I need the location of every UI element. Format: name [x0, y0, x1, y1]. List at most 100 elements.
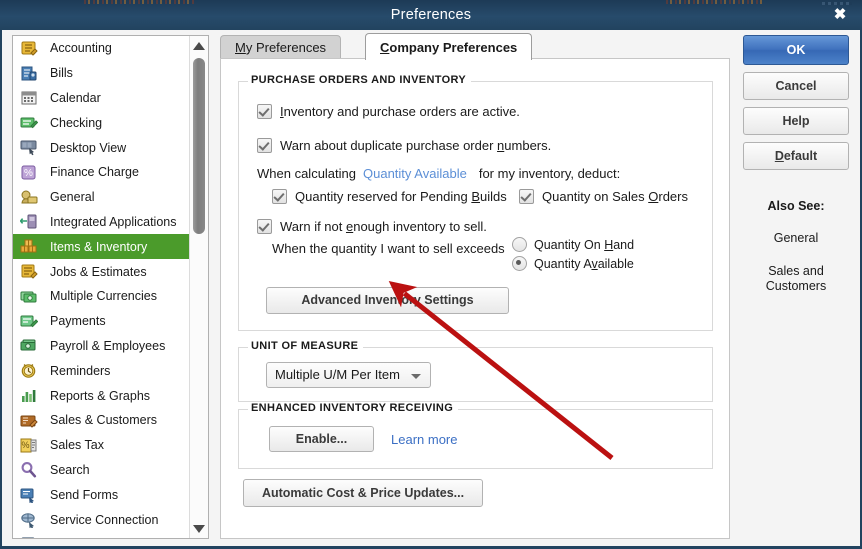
quantity-on-hand-radio[interactable] — [512, 237, 527, 252]
cancel-button[interactable]: Cancel — [743, 72, 849, 100]
sidebar-item-finance-charge[interactable]: % Finance Charge — [13, 160, 189, 185]
warn-duplicate-checkbox[interactable] — [257, 138, 272, 153]
currencies-icon — [20, 288, 38, 305]
bar-chart-icon — [20, 387, 38, 404]
tab-my-preferences[interactable]: My Preferences — [220, 35, 342, 59]
pending-builds-checkbox[interactable] — [272, 189, 287, 204]
advanced-inventory-settings-button[interactable]: Advanced Inventory Settings — [266, 287, 509, 314]
enhanced-inventory-receiving-group: ENHANCED INVENTORY RECEIVING Enable... L… — [238, 402, 713, 469]
warn-not-enough-checkbox[interactable] — [257, 219, 272, 234]
sidebar-item-label: Send Forms — [50, 487, 119, 502]
sidebar-item-send-forms[interactable]: Send Forms — [13, 482, 189, 507]
sidebar-item-search[interactable]: Search — [13, 458, 189, 483]
window-title: Preferences — [390, 7, 472, 23]
purchase-orders-group-title: PURCHASE ORDERS AND INVENTORY — [248, 74, 472, 86]
percent-icon: % — [20, 164, 38, 181]
sidebar-item-checking[interactable]: Checking — [13, 110, 189, 135]
sidebar-item-reports-graphs[interactable]: Reports & Graphs — [13, 383, 189, 408]
sidebar-item-label: General — [50, 190, 95, 205]
tab-my-preferences-label: y Preferences — [245, 40, 327, 55]
payroll-icon — [20, 337, 38, 354]
close-icon[interactable]: ✖ — [828, 4, 852, 26]
sales-orders-row[interactable]: Quantity on Sales Orders — [519, 189, 688, 204]
quantity-available-radio[interactable] — [512, 256, 527, 271]
quantity-available-row[interactable]: Quantity Available — [512, 256, 634, 271]
sidebar-item-desktop-view[interactable]: Desktop View — [13, 135, 189, 160]
default-button[interactable]: Default — [743, 142, 849, 170]
sidebar-item-label: Items & Inventory — [50, 239, 148, 254]
sidebar-item-general[interactable]: General — [13, 185, 189, 210]
preferences-dialog: Preferences ✖ Accounting Bills Calendar Che… — [0, 0, 862, 549]
purchase-orders-group: PURCHASE ORDERS AND INVENTORY Inventory … — [238, 74, 713, 331]
ok-button[interactable]: OK — [743, 35, 849, 65]
window-titlebar: Preferences ✖ — [0, 0, 862, 30]
pending-builds-label: Quantity reserved for Pending Builds — [295, 189, 507, 204]
sidebar-item-sales-customers[interactable]: Sales & Customers — [13, 408, 189, 433]
inventory-active-label: Inventory and purchase orders are active… — [280, 104, 520, 119]
sidebar-item-bills[interactable]: Bills — [13, 61, 189, 86]
integrated-apps-icon — [20, 213, 38, 230]
help-button[interactable]: Help — [743, 107, 849, 135]
tab-company-preferences[interactable]: Company Preferences — [365, 33, 533, 60]
boxes-icon — [20, 238, 38, 255]
sidebar-item-calendar[interactable]: Calendar — [13, 86, 189, 111]
unit-of-measure-group: UNIT OF MEASURE Multiple U/M Per Item — [238, 340, 713, 402]
magnifier-icon — [20, 461, 38, 478]
sidebar-item-service-connection[interactable]: Service Connection — [13, 507, 189, 532]
inventory-active-row[interactable]: Inventory and purchase orders are active… — [257, 104, 520, 119]
warn-not-enough-row[interactable]: Warn if not enough inventory to sell. — [257, 219, 487, 234]
sales-orders-checkbox[interactable] — [519, 189, 534, 204]
sidebar-item-label: Reminders — [50, 363, 111, 378]
sidebar-scrollbar[interactable] — [189, 36, 208, 538]
quantity-on-hand-row[interactable]: Quantity On Hand — [512, 237, 634, 252]
sidebar-item-payments[interactable]: Payments — [13, 309, 189, 334]
jobs-icon — [20, 263, 38, 280]
sidebar-item-label: Multiple Currencies — [50, 289, 157, 304]
warn-duplicate-row[interactable]: Warn about duplicate purchase order numb… — [257, 138, 551, 153]
clock-icon — [20, 362, 38, 379]
sidebar-item-multiple-currencies[interactable]: Multiple Currencies — [13, 284, 189, 309]
learn-more-link[interactable]: Learn more — [391, 432, 457, 447]
accounting-icon — [20, 40, 38, 57]
also-see-link-general[interactable]: General — [743, 231, 849, 246]
enable-button[interactable]: Enable... — [269, 426, 374, 452]
pending-builds-row[interactable]: Quantity reserved for Pending Builds — [272, 189, 507, 204]
sidebar-item-label: Finance Charge — [50, 165, 139, 180]
automatic-cost-price-updates-button[interactable]: Automatic Cost & Price Updates... — [243, 479, 483, 507]
sidebar-item-label: Spelling — [50, 537, 94, 538]
sidebar-item-integrated-applications[interactable]: Integrated Applications — [13, 210, 189, 235]
sidebar-item-payroll-employees[interactable]: Payroll & Employees — [13, 334, 189, 359]
unit-of-measure-select[interactable]: Multiple U/M Per Item — [266, 362, 431, 388]
also-see-header: Also See: — [767, 199, 825, 213]
sidebar-items-container: Accounting Bills Calendar Checking Desktop V… — [13, 36, 189, 538]
sidebar-item-items-inventory[interactable]: Items & Inventory — [13, 234, 189, 260]
also-see-link-sales-and-customers[interactable]: Sales and Customers — [743, 264, 849, 294]
calc-prefix-label: When calculating — [257, 166, 356, 181]
scroll-down-icon[interactable] — [190, 520, 208, 537]
sidebar-item-spelling[interactable]: Abc Spelling — [13, 532, 189, 538]
quantity-available-link[interactable]: Quantity Available — [363, 166, 467, 181]
sidebar-item-jobs-estimates[interactable]: Jobs & Estimates — [13, 259, 189, 284]
quantity-on-hand-label: Quantity On Hand — [534, 237, 635, 252]
sidebar-item-sales-tax[interactable]: % Sales Tax — [13, 433, 189, 458]
enhanced-inventory-group-title: ENHANCED INVENTORY RECEIVING — [248, 402, 459, 414]
unit-of-measure-group-title: UNIT OF MEASURE — [248, 340, 364, 352]
calendar-icon — [20, 89, 38, 106]
sidebar-item-label: Checking — [50, 115, 103, 130]
unit-of-measure-value: Multiple U/M Per Item — [275, 367, 400, 382]
scroll-up-icon[interactable] — [190, 37, 208, 54]
svg-text:%: % — [24, 168, 33, 179]
scrollbar-thumb[interactable] — [193, 58, 205, 234]
sidebar-item-reminders[interactable]: Reminders — [13, 358, 189, 383]
spelling-icon: Abc — [20, 536, 38, 538]
sidebar-item-label: Payroll & Employees — [50, 338, 166, 353]
sidebar-item-accounting[interactable]: Accounting — [13, 36, 189, 61]
company-preferences-panel: PURCHASE ORDERS AND INVENTORY Inventory … — [220, 58, 730, 539]
sidebar-item-label: Sales & Customers — [50, 413, 157, 428]
payments-icon — [20, 313, 38, 330]
sidebar-item-label: Jobs & Estimates — [50, 264, 147, 279]
send-forms-icon — [20, 486, 38, 504]
general-icon — [20, 189, 38, 206]
preferences-category-list: Accounting Bills Calendar Checking Desktop V… — [12, 35, 209, 539]
inventory-active-checkbox[interactable] — [257, 104, 272, 119]
